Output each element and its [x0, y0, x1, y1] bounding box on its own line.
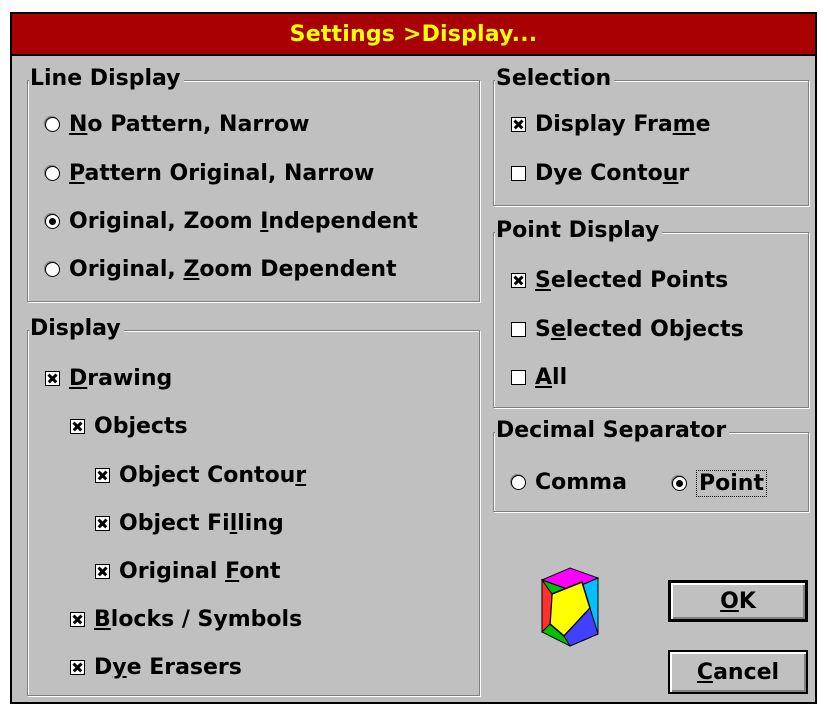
checkbox-indicator[interactable]	[511, 273, 526, 288]
settings-display-dialog: Settings >Display... Line Display No Pat…	[10, 12, 817, 704]
selection-group: Selection Display Frame Dye Contour	[493, 66, 809, 206]
checkbox-label: Object Filling	[119, 511, 284, 536]
checkbox-indicator[interactable]	[511, 370, 526, 385]
checkbox-indicator[interactable]	[511, 117, 526, 132]
line-display-legend: Line Display	[29, 66, 184, 91]
checkbox-blocks-symbols[interactable]: Blocks / Symbols	[70, 607, 302, 632]
checkbox-label: Dye Erasers	[94, 655, 242, 680]
checkbox-label: Display Frame	[535, 112, 711, 137]
checkbox-label: Drawing	[69, 366, 173, 391]
checkbox-indicator[interactable]	[511, 322, 526, 337]
checkbox-all[interactable]: All	[511, 365, 567, 390]
checkbox-selected-points[interactable]: Selected Points	[511, 268, 728, 293]
radio-pattern-original-narrow[interactable]: Pattern Original, Narrow	[45, 161, 374, 186]
checkbox-label: Dye Contour	[535, 161, 690, 186]
point-display-group: Point Display Selected Points Selected O…	[493, 218, 809, 408]
checkbox-indicator[interactable]	[511, 166, 526, 181]
checkbox-indicator[interactable]	[95, 564, 110, 579]
checkbox-objects[interactable]: Objects	[70, 414, 188, 439]
radio-comma[interactable]: Comma	[511, 470, 627, 495]
radio-no-pattern-narrow[interactable]: No Pattern, Narrow	[45, 112, 309, 137]
radio-indicator[interactable]	[45, 262, 60, 277]
selection-legend: Selection	[495, 66, 615, 91]
decimal-separator-legend: Decimal Separator	[495, 418, 730, 443]
checkbox-label: Blocks / Symbols	[94, 607, 303, 632]
checkbox-display-frame[interactable]: Display Frame	[511, 112, 711, 137]
display-group: Display Drawing Objects Object Contour O…	[27, 316, 480, 696]
dialog-title: Settings >Display...	[289, 21, 538, 47]
checkbox-indicator[interactable]	[70, 660, 85, 675]
radio-label: Point	[696, 470, 767, 497]
radio-original-zoom-dependent[interactable]: Original, Zoom Dependent	[45, 257, 397, 282]
radio-label: Comma	[535, 470, 627, 495]
dialog-title-bar: Settings >Display...	[12, 14, 815, 56]
radio-indicator[interactable]	[511, 475, 526, 490]
cancel-button[interactable]: Cancel	[668, 650, 808, 694]
checkbox-dye-erasers[interactable]: Dye Erasers	[70, 655, 242, 680]
radio-indicator[interactable]	[672, 476, 687, 491]
checkbox-label: Selected Points	[535, 268, 729, 293]
radio-indicator[interactable]	[45, 214, 60, 229]
ok-button[interactable]: OK	[668, 580, 808, 622]
checkbox-indicator[interactable]	[45, 371, 60, 386]
checkbox-label: Original Font	[119, 559, 281, 584]
radio-label: Original, Zoom Independent	[69, 209, 418, 234]
colorful-cube-icon	[540, 567, 600, 647]
checkbox-object-contour[interactable]: Object Contour	[95, 463, 306, 488]
checkbox-label: Object Contour	[119, 463, 307, 488]
radio-indicator[interactable]	[45, 166, 60, 181]
decimal-separator-group: Decimal Separator Comma Point	[493, 418, 809, 512]
radio-point[interactable]: Point	[672, 470, 767, 497]
radio-indicator[interactable]	[45, 117, 60, 132]
checkbox-label: Selected Objects	[535, 317, 744, 342]
checkbox-label: Objects	[94, 414, 188, 439]
checkbox-indicator[interactable]	[95, 468, 110, 483]
radio-original-zoom-independent[interactable]: Original, Zoom Independent	[45, 209, 418, 234]
checkbox-object-filling[interactable]: Object Filling	[95, 511, 284, 536]
cancel-button-label: Cancel	[696, 659, 780, 685]
point-display-legend: Point Display	[495, 218, 663, 243]
radio-label: Original, Zoom Dependent	[69, 257, 397, 282]
display-legend: Display	[29, 316, 124, 341]
radio-label: No Pattern, Narrow	[69, 112, 310, 137]
checkbox-label: All	[535, 365, 568, 390]
checkbox-original-font[interactable]: Original Font	[95, 559, 281, 584]
checkbox-indicator[interactable]	[95, 516, 110, 531]
radio-label: Pattern Original, Narrow	[69, 161, 375, 186]
checkbox-selected-objects[interactable]: Selected Objects	[511, 317, 744, 342]
checkbox-indicator[interactable]	[70, 419, 85, 434]
line-display-group: Line Display No Pattern, Narrow Pattern …	[27, 66, 480, 302]
checkbox-indicator[interactable]	[70, 612, 85, 627]
ok-button-label: OK	[720, 588, 756, 614]
checkbox-drawing[interactable]: Drawing	[45, 366, 172, 391]
checkbox-dye-contour[interactable]: Dye Contour	[511, 161, 689, 186]
